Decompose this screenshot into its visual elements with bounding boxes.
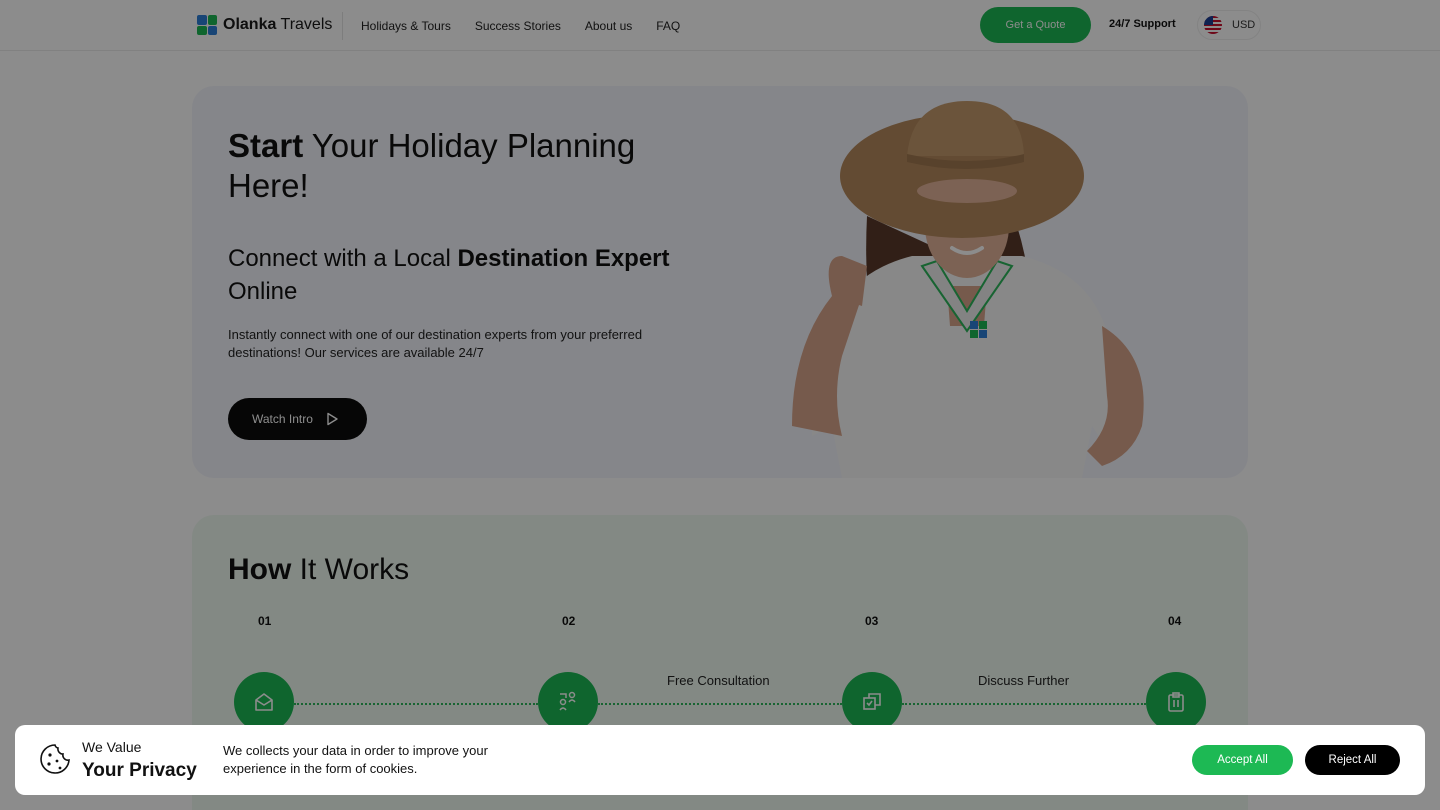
accept-all-button[interactable]: Accept All [1192,745,1293,775]
reject-all-button[interactable]: Reject All [1305,745,1400,775]
cookie-text: We collects your data in order to improv… [223,743,488,776]
cookie-heading-line1: We Value [82,739,142,755]
modal-backdrop[interactable] [0,0,1440,810]
cookie-heading-line2: Your Privacy [82,760,197,781]
cookie-icon [40,744,70,774]
cookie-consent-banner: We Value Your Privacy We collects your d… [15,725,1425,795]
